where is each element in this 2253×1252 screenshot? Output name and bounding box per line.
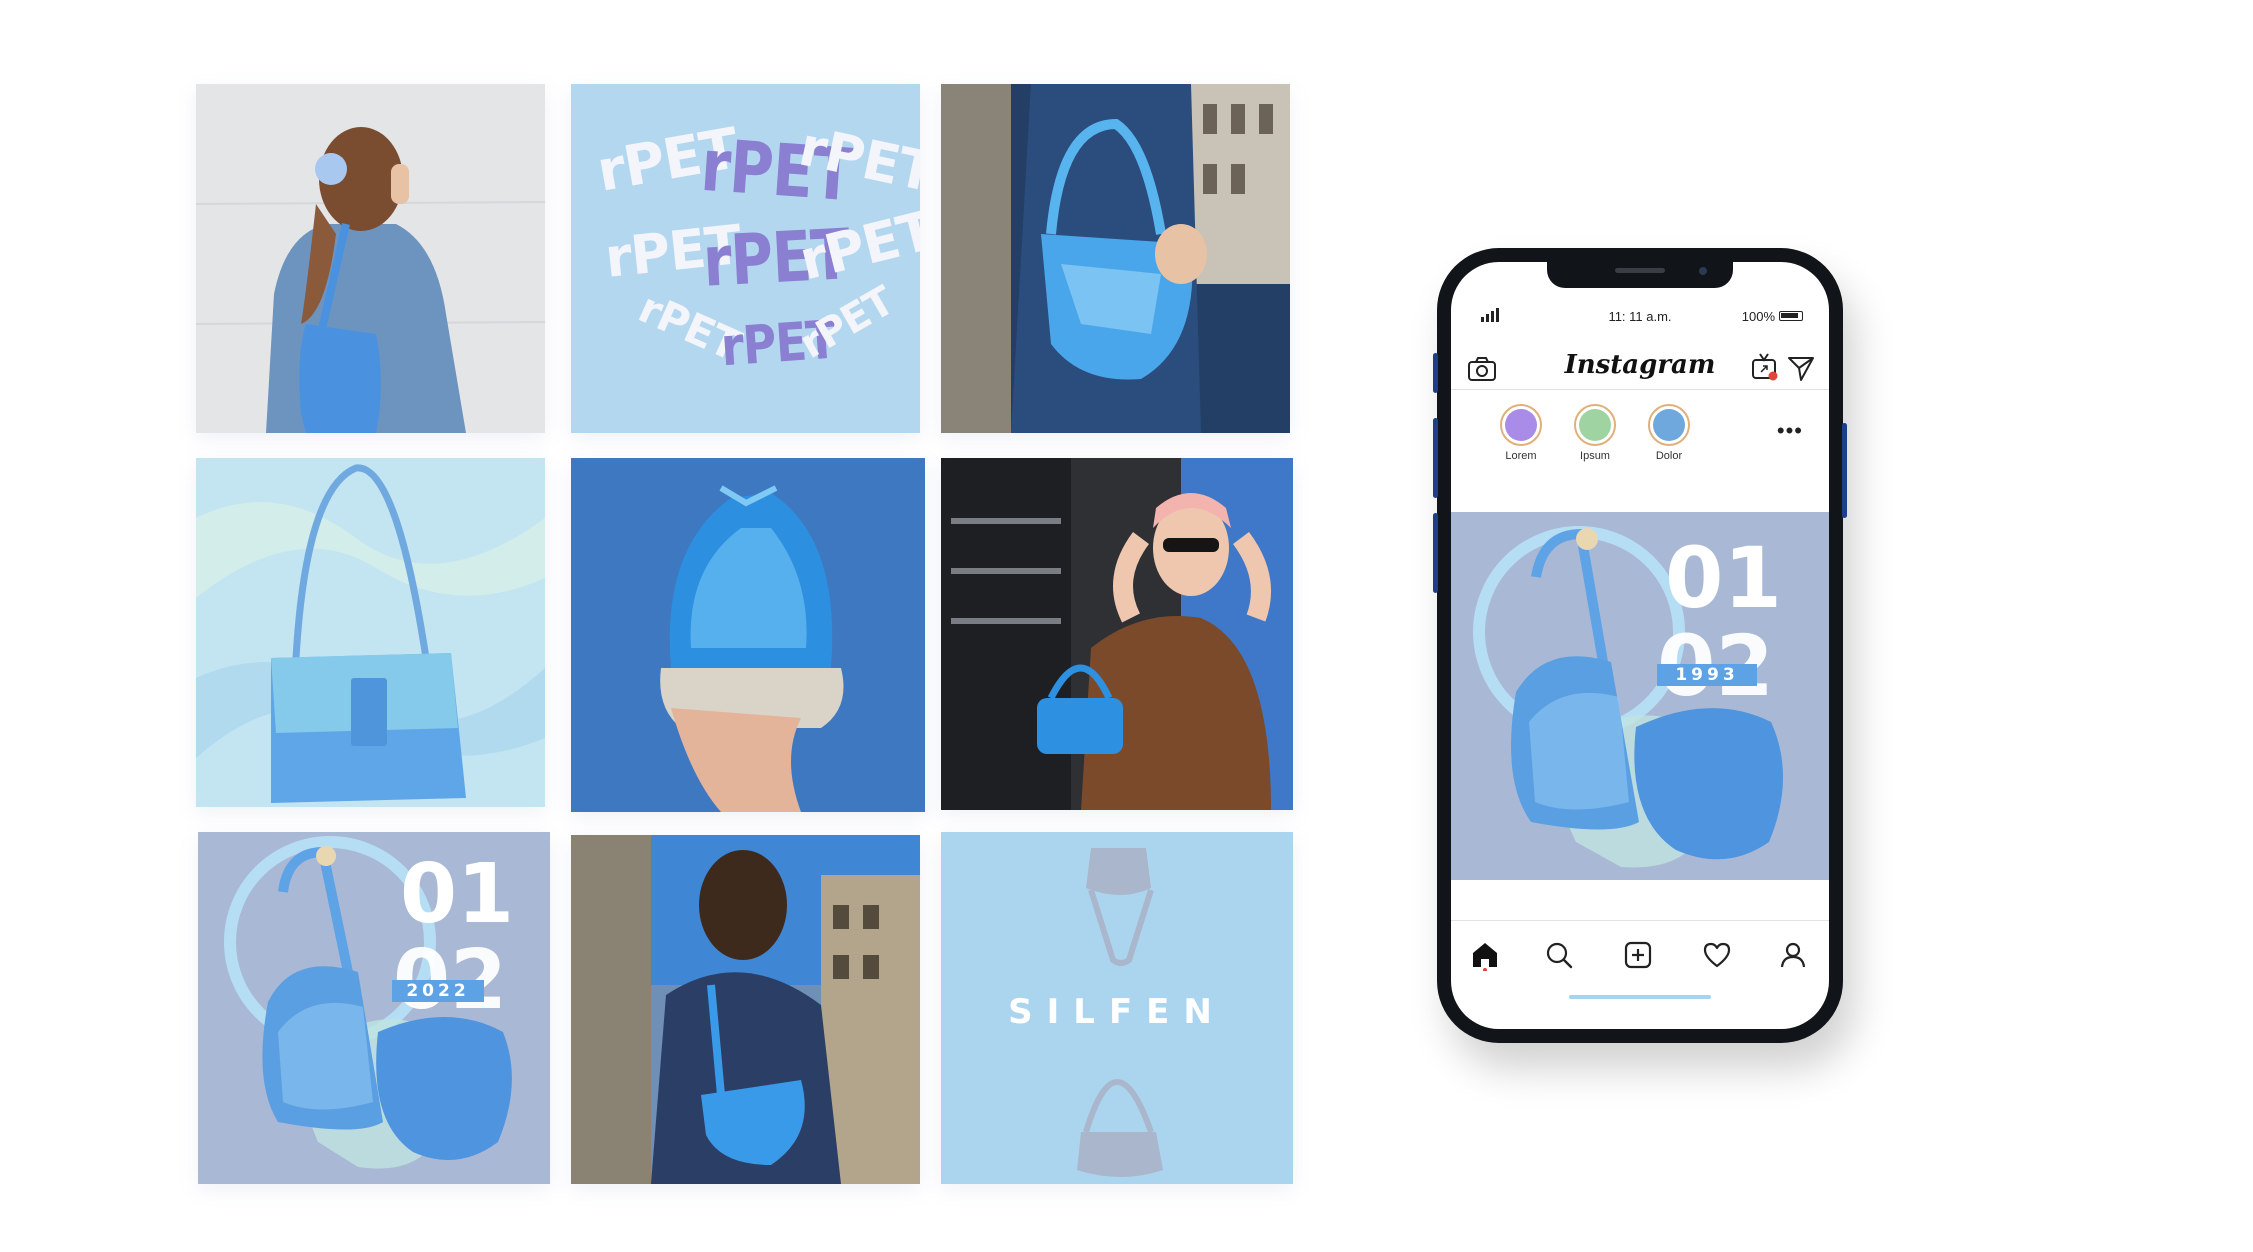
grid-photo-denim-bag[interactable]	[941, 84, 1290, 433]
grid-photo-woman-walking[interactable]	[571, 835, 920, 1184]
more-options-icon[interactable]: •••	[1777, 420, 1803, 442]
story-lorem[interactable]: Lorem	[1491, 404, 1551, 462]
grid-photo-bag-on-shoe[interactable]	[571, 458, 925, 812]
phone-mockup: 11: 11 a.m. 100% Instagram Lorem Ipsum D…	[1433, 248, 1847, 1043]
grid-tile-silfen-brand[interactable]: SILFEN	[941, 832, 1293, 1184]
photo-illustration	[196, 458, 545, 807]
story-ring	[1500, 404, 1542, 446]
feed-post[interactable]: 01 02 1993	[1451, 512, 1829, 880]
add-post-icon[interactable]	[1622, 939, 1654, 971]
post-day: 01	[1665, 529, 1782, 627]
bottom-nav	[1451, 920, 1829, 980]
post-year: 1993	[1657, 664, 1757, 686]
story-dolor[interactable]: Dolor	[1639, 404, 1699, 462]
story-ring	[1574, 404, 1616, 446]
status-bar: 11: 11 a.m. 100%	[1451, 306, 1829, 328]
story-label: Lorem	[1505, 450, 1537, 462]
photo-illustration	[196, 84, 545, 433]
home-indicator[interactable]	[1569, 995, 1711, 999]
grid-product-bag-watercolor[interactable]	[196, 458, 545, 807]
battery-icon	[1779, 311, 1803, 321]
stories-row: Lorem Ipsum Dolor •••	[1451, 394, 1829, 474]
photo-illustration	[571, 458, 925, 812]
grid-poster-date-2022[interactable]: 01 02 2022	[198, 832, 550, 1184]
poster-year: 2022	[392, 980, 484, 1002]
battery-percent: 100%	[1741, 309, 1775, 324]
app-header: Instagram	[1451, 344, 1829, 390]
speaker	[1615, 268, 1665, 273]
photo-illustration	[571, 835, 920, 1184]
story-avatar	[1653, 409, 1685, 441]
story-ipsum[interactable]: Ipsum	[1565, 404, 1625, 462]
story-label: Dolor	[1655, 450, 1683, 462]
front-camera	[1699, 267, 1707, 275]
phone-power-button	[1842, 423, 1847, 518]
phone-side-button	[1433, 418, 1438, 498]
story-ring	[1648, 404, 1690, 446]
grid-tile-rpet-typography[interactable]: rPET rPET rPET rPET rPET rPET rPET rPET …	[571, 84, 920, 433]
grid-photo-woman-scrunchie[interactable]	[196, 84, 545, 433]
story-label: Ipsum	[1580, 450, 1610, 462]
phone-notch	[1547, 262, 1733, 288]
phone-screen: 11: 11 a.m. 100% Instagram Lorem Ipsum D…	[1451, 262, 1829, 1029]
grid-photo-woman-sunglasses[interactable]	[941, 458, 1293, 810]
search-icon[interactable]	[1543, 939, 1575, 971]
direct-message-icon[interactable]	[1787, 354, 1815, 382]
photo-illustration	[941, 458, 1293, 810]
poster-day: 01	[400, 847, 515, 942]
home-icon[interactable]	[1469, 939, 1501, 971]
igtv-icon[interactable]	[1750, 352, 1780, 382]
phone-side-button	[1433, 513, 1438, 593]
phone-side-button	[1433, 353, 1438, 393]
photo-illustration	[941, 84, 1290, 433]
heart-icon[interactable]	[1701, 939, 1733, 971]
profile-icon[interactable]	[1777, 939, 1809, 971]
story-avatar	[1505, 409, 1537, 441]
brand-wordmark: SILFEN	[1008, 992, 1226, 1032]
story-avatar	[1579, 409, 1611, 441]
